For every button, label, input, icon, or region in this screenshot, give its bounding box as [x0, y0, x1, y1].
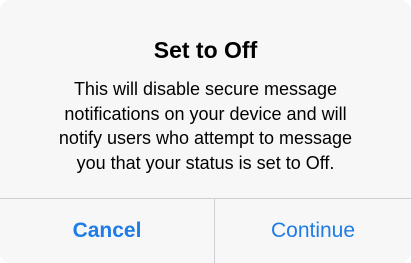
- screen: Set to Off This will disable secure mess…: [0, 0, 411, 263]
- continue-button[interactable]: Continue: [215, 199, 411, 263]
- alert-message-line: This will disable secure message: [73, 79, 338, 99]
- alert-body: Set to Off This will disable secure mess…: [0, 0, 411, 198]
- alert-message: This will disable secure message notific…: [38, 77, 373, 175]
- alert-message-line: notifications on your device and will: [64, 103, 347, 124]
- alert-message-line: you that your status is set to Off.: [76, 152, 335, 173]
- alert-dialog: Set to Off This will disable secure mess…: [0, 0, 411, 263]
- cancel-button[interactable]: Cancel: [0, 199, 214, 263]
- alert-message-line: notify users who attempt to message: [58, 128, 353, 148]
- alert-title: Set to Off: [153, 37, 258, 63]
